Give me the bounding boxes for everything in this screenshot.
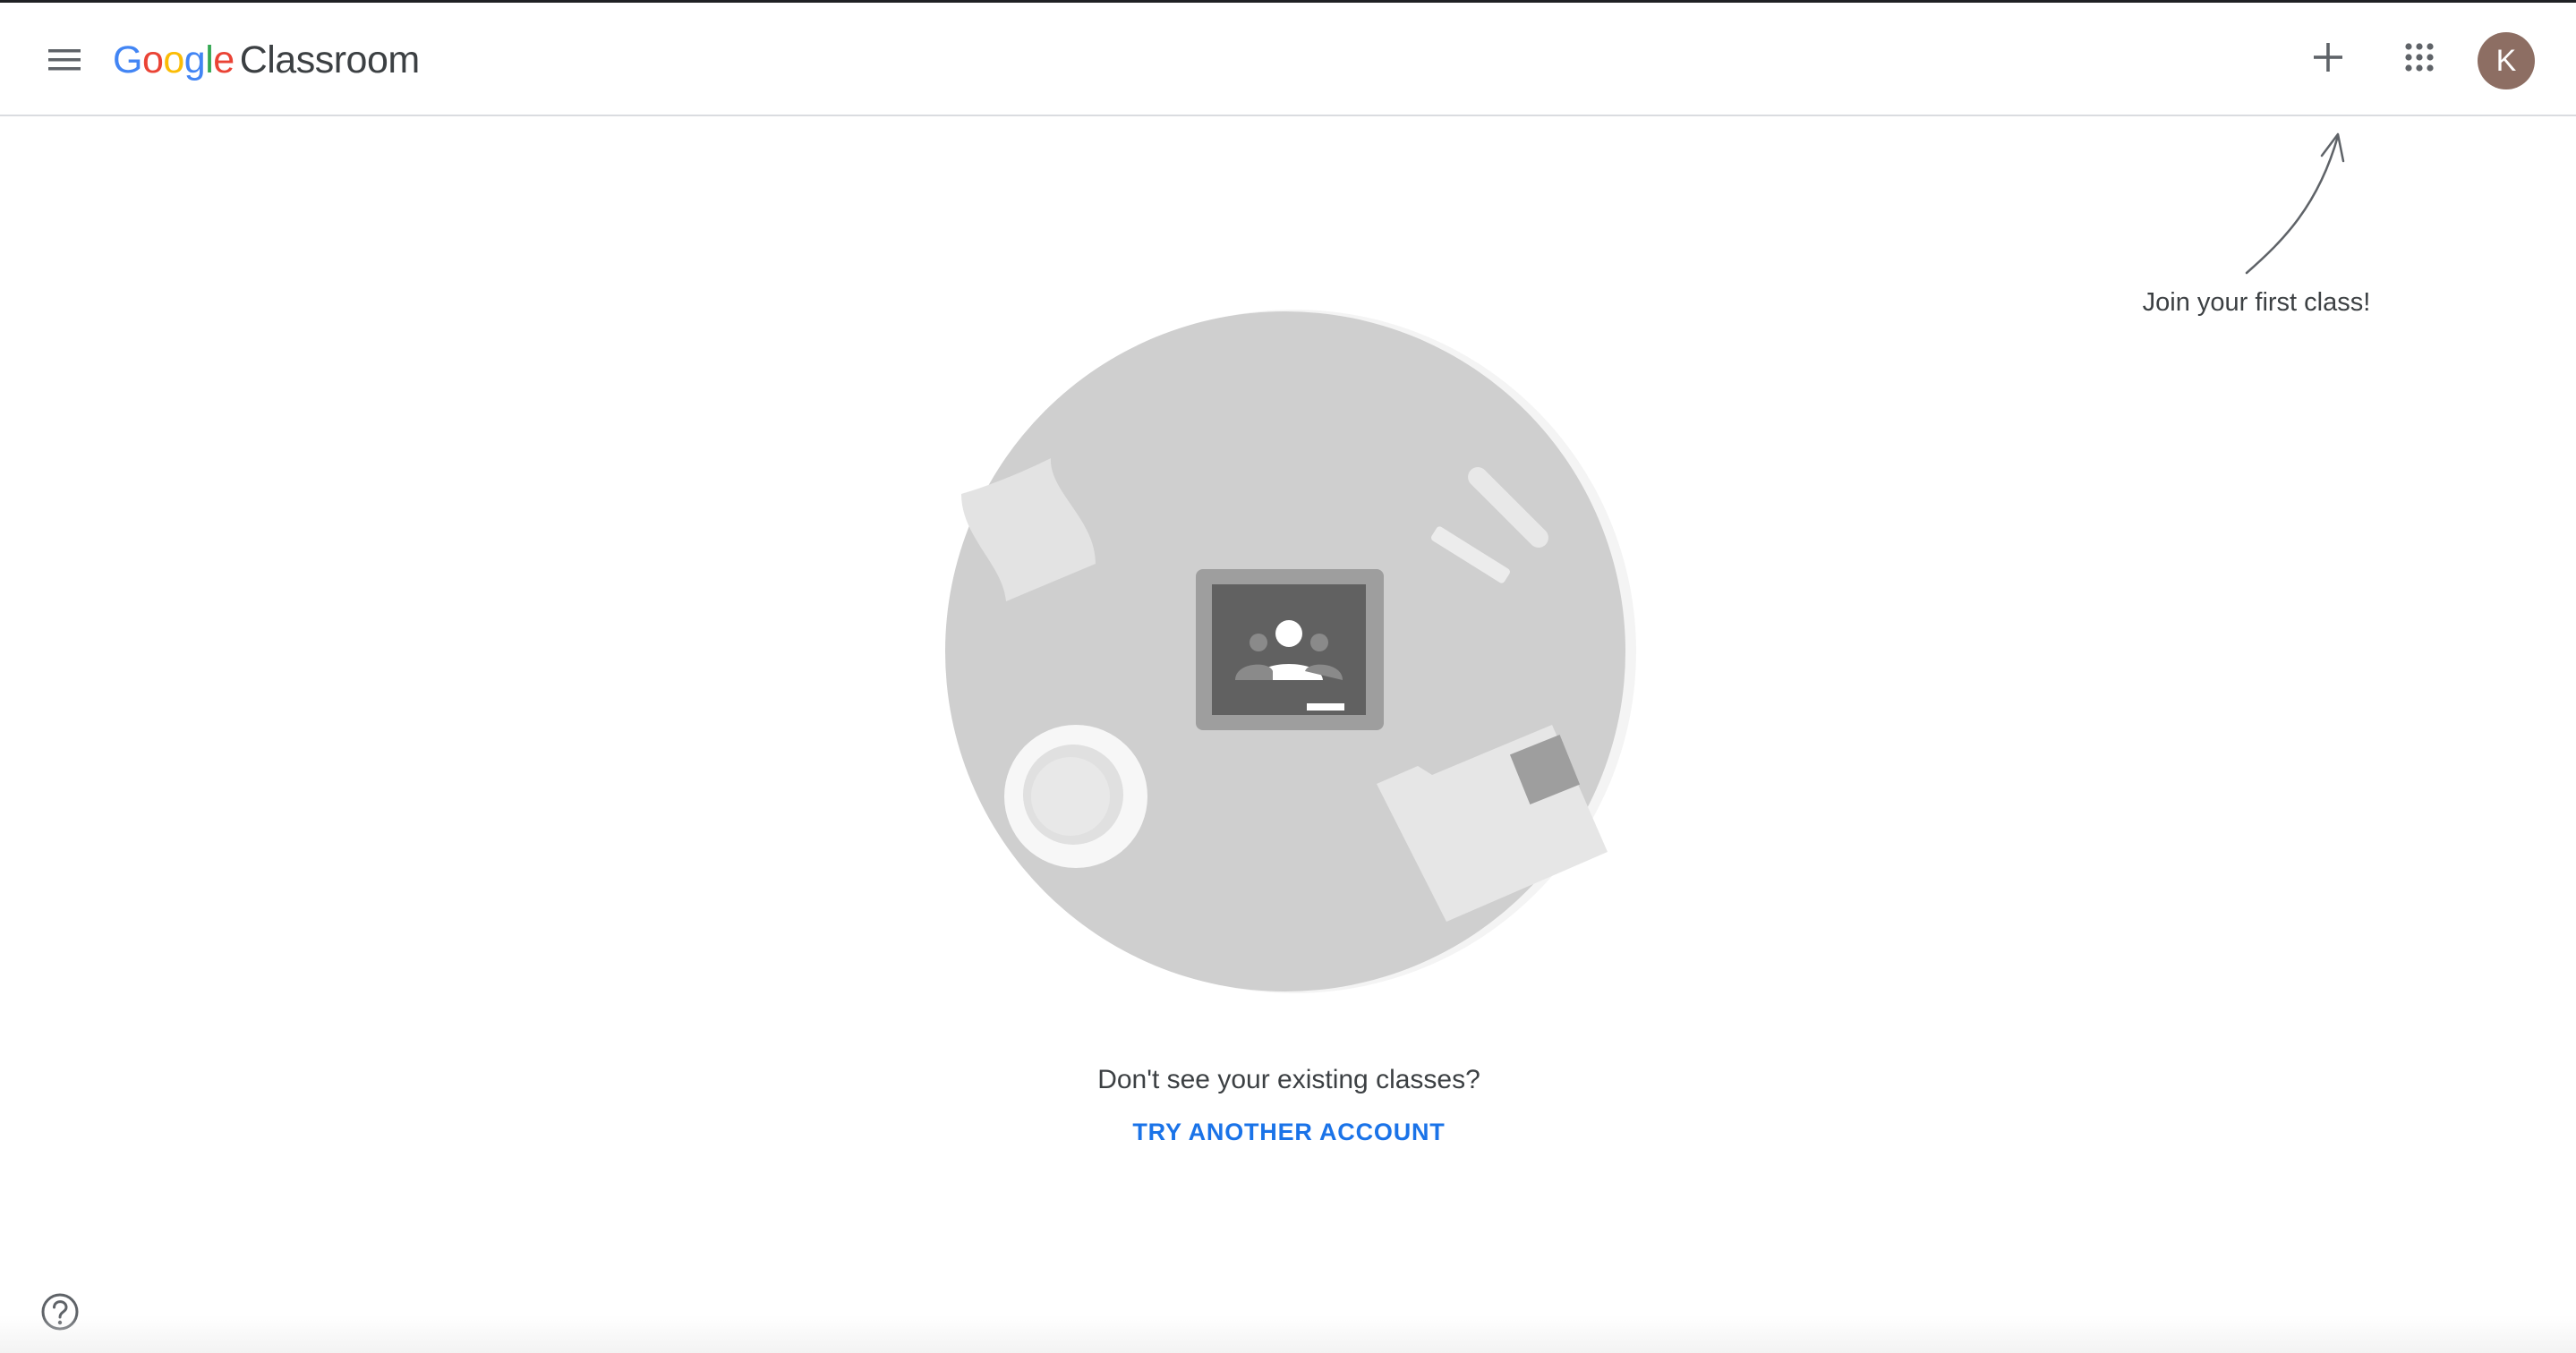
logo-letter: l (205, 38, 214, 81)
join-class-hint: Join your first class! (2142, 288, 2371, 317)
google-apps-button[interactable] (2392, 30, 2447, 85)
create-or-join-class-button[interactable] (2300, 30, 2356, 85)
avatar-initial: K (2495, 43, 2517, 78)
account-avatar[interactable]: K (2478, 32, 2535, 89)
logo-letter: g (183, 38, 206, 81)
google-wordmark: Google (113, 38, 235, 82)
coffee-cup-icon (1004, 725, 1147, 868)
logo-letter: o (141, 38, 164, 81)
app-header: Google Classroom K (0, 3, 2576, 116)
blackboard-icon (1196, 569, 1384, 730)
missing-classes-prompt: Don't see your existing classes? (1097, 1065, 1480, 1094)
product-name: Classroom (239, 38, 421, 81)
google-classroom-logo[interactable]: Google Classroom (113, 33, 420, 87)
plus-icon (2314, 43, 2342, 72)
classroom-page: Google Classroom K Join your first class… (0, 0, 2576, 1353)
logo-letter: e (213, 38, 235, 81)
logo-letter: o (163, 38, 184, 81)
empty-classroom-illustration (945, 310, 1636, 993)
menu-icon (48, 49, 81, 71)
try-another-account-link[interactable]: TRY ANOTHER ACCOUNT (1056, 1119, 1522, 1146)
main-menu-button[interactable] (39, 35, 90, 85)
hint-arrow-icon (2245, 132, 2345, 275)
logo-letter: G (113, 38, 142, 81)
bottom-shade (0, 1315, 2576, 1353)
apps-grid-icon (2405, 43, 2434, 72)
